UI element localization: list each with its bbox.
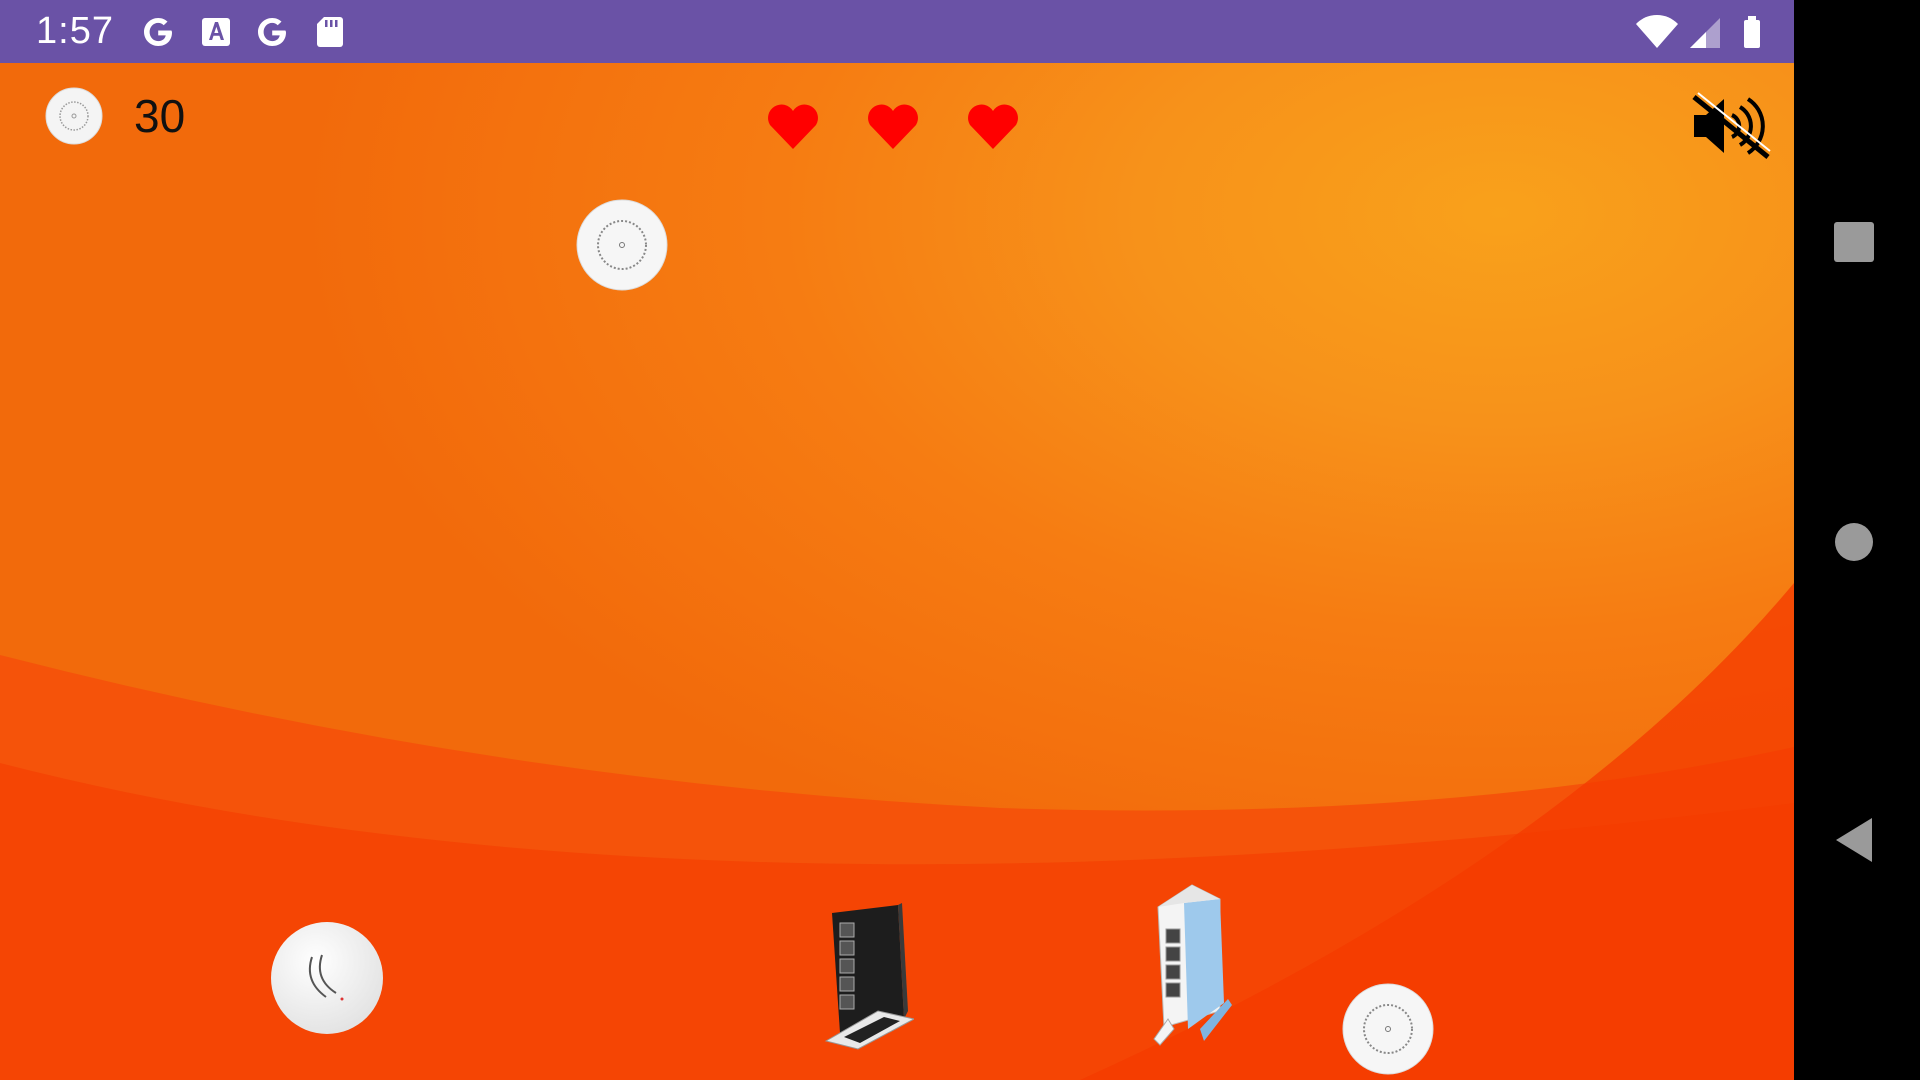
recents-square-icon[interactable] (1832, 220, 1876, 264)
blue-white-router[interactable] (1144, 879, 1234, 1047)
cell-signal-icon (1690, 18, 1720, 48)
battery-icon (1744, 16, 1760, 48)
google-g-icon (258, 18, 286, 46)
score-value: 30 (134, 90, 186, 142)
text-a-icon (202, 18, 230, 46)
ground-ap-disc[interactable] (1342, 983, 1434, 1075)
sd-card-icon (317, 17, 343, 47)
ap-disc-large[interactable] (270, 921, 384, 1035)
heart-icon (968, 104, 1018, 149)
back-triangle-icon[interactable] (1832, 816, 1876, 864)
status-bar: 1:57 (0, 0, 1794, 63)
black-router[interactable] (818, 901, 914, 1051)
status-time: 1:57 (36, 10, 114, 52)
home-circle-icon[interactable] (1832, 520, 1876, 564)
game-canvas[interactable]: 30 (0, 63, 1794, 1080)
google-g-icon (144, 18, 172, 46)
heart-icon (868, 104, 918, 149)
heart-icon (768, 104, 818, 149)
sound-muted-icon[interactable] (1690, 91, 1772, 161)
navigation-bar (1794, 0, 1920, 1080)
falling-ap-disc[interactable] (576, 199, 668, 291)
wifi-icon (1636, 15, 1678, 48)
score-disc-icon (45, 87, 103, 145)
